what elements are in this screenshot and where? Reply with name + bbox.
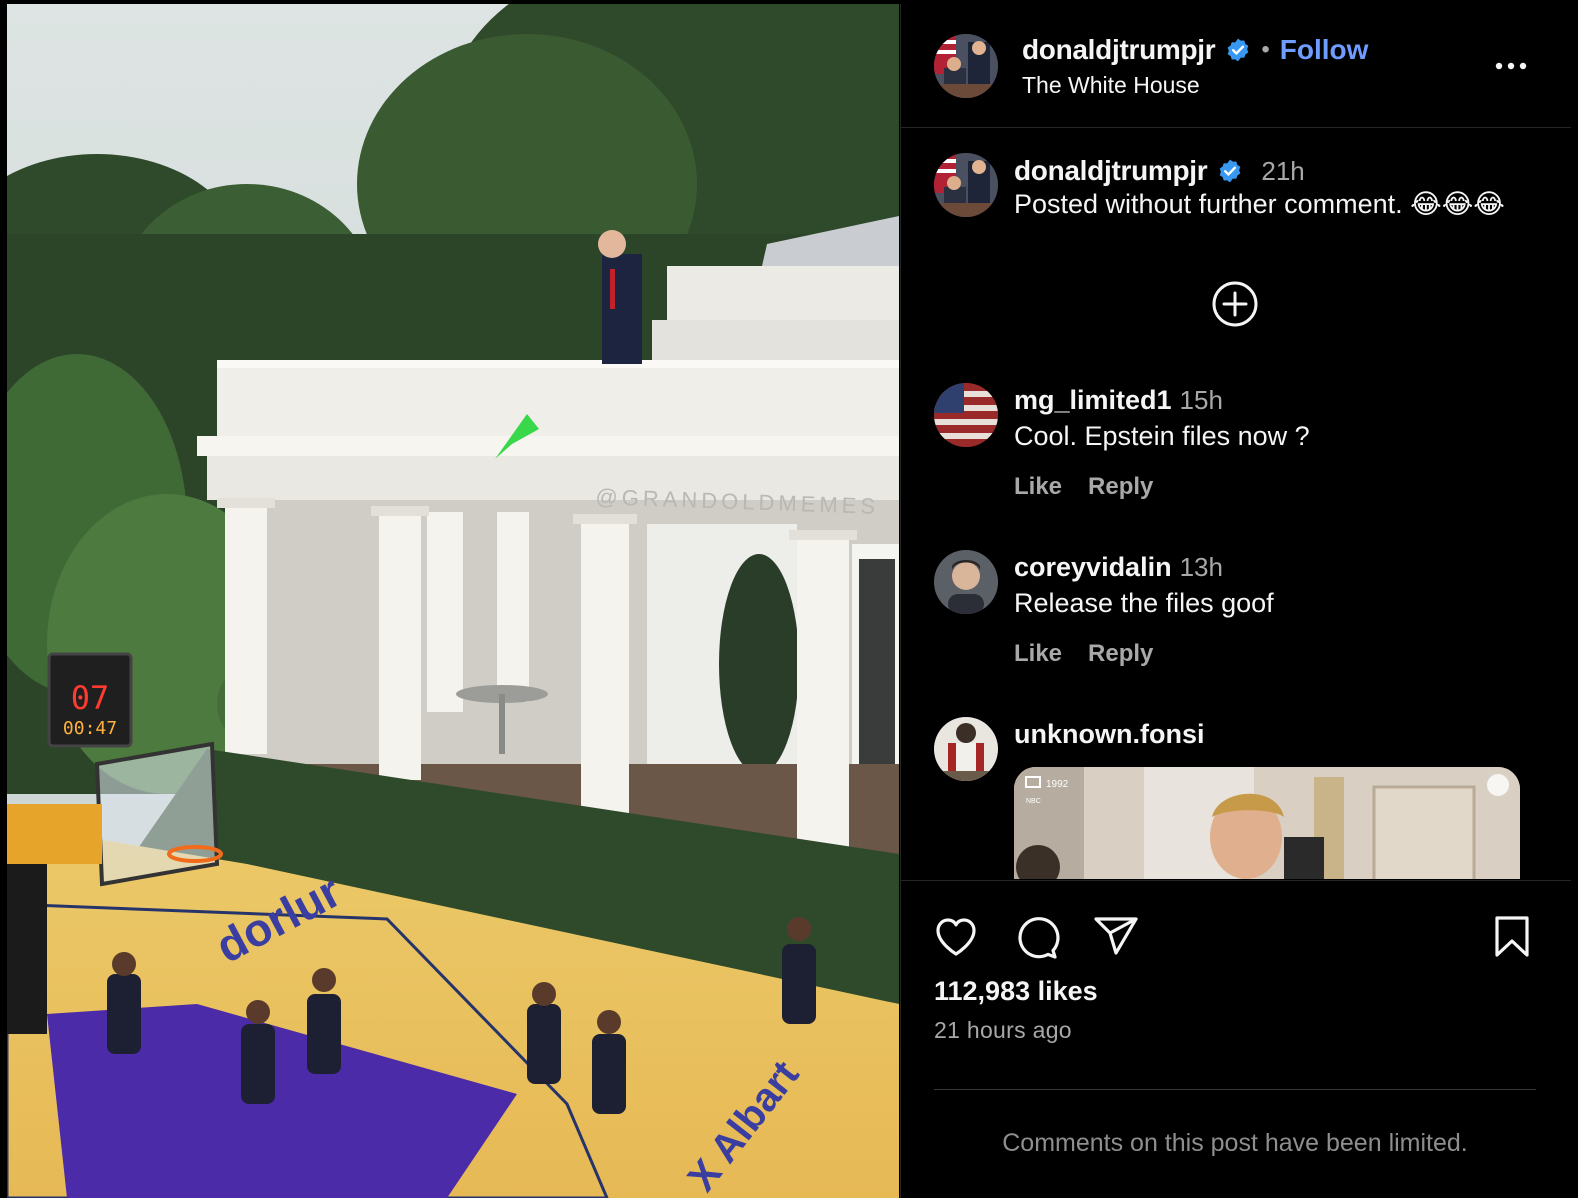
follow-button[interactable]: Follow <box>1280 34 1369 66</box>
comment-item: unknown.fonsi 1992 NBC <box>901 717 1571 879</box>
header-user-row: donaldjtrumpjr • Follow <box>1022 34 1368 66</box>
comment-item: coreyvidalin 13h Release the files goof … <box>901 550 1571 690</box>
scoreboard-score: 07 <box>71 679 110 717</box>
post-image-graphic: 07 00:47 dorlur X Albart @GRANDOLDMEMES <box>7 4 899 1198</box>
comment-actions: Like Reply <box>1014 473 1153 501</box>
comment-header: mg_limited1 15h <box>1014 385 1223 416</box>
verified-badge-icon <box>1220 159 1241 183</box>
comment-icon[interactable] <box>1012 913 1060 961</box>
post-sidebar: donaldjtrumpjr • Follow The White House <box>900 4 1571 1198</box>
video-year-label: 1992 <box>1046 779 1069 790</box>
caption-time[interactable]: 21h <box>1261 156 1304 187</box>
comment-text: Cool. Epstein files now ? <box>1014 421 1310 451</box>
comment-header: unknown.fonsi <box>1014 719 1204 750</box>
comment-time[interactable]: 13h <box>1180 552 1223 583</box>
video-frame-image: 1992 NBC <box>1014 767 1520 879</box>
comments-scroll-area[interactable]: donaldjtrumpjr 21h Posted without furthe… <box>901 129 1571 879</box>
author-avatar[interactable] <box>934 34 998 98</box>
comment-reply-button[interactable]: Reply <box>1088 473 1153 501</box>
heart-icon[interactable] <box>932 913 980 961</box>
comment-reply-button[interactable]: Reply <box>1088 640 1153 668</box>
video-source-label: NBC <box>1026 798 1041 805</box>
scoreboard-clock: 00:47 <box>63 718 117 739</box>
comment-like-button[interactable]: Like <box>1014 473 1062 501</box>
comment-like-button[interactable]: Like <box>1014 640 1062 668</box>
commenter-avatar[interactable] <box>934 717 998 781</box>
likes-count[interactable]: 112,983 likes <box>934 976 1098 1007</box>
comment-item: mg_limited1 15h Cool. Epstein files now … <box>901 383 1571 523</box>
post-image[interactable]: 07 00:47 dorlur X Albart @GRANDOLDMEMES <box>7 4 899 1198</box>
author-avatar-image <box>934 34 998 98</box>
post-timestamp[interactable]: 21 hours ago <box>934 1017 1072 1044</box>
comment-username[interactable]: unknown.fonsi <box>1014 719 1204 750</box>
more-options-icon[interactable] <box>1491 50 1531 82</box>
comments-limited-notice: Comments on this post have been limited. <box>1002 1129 1468 1157</box>
caption-header: donaldjtrumpjr 21h <box>1014 155 1305 187</box>
post-header: donaldjtrumpjr • Follow The White House <box>901 4 1571 128</box>
comment-text: Release the files goof <box>1014 588 1274 618</box>
separator-dot: • <box>1261 36 1270 63</box>
comment-header: coreyvidalin 13h <box>1014 552 1223 583</box>
caption-avatar-image <box>934 153 998 217</box>
post-location[interactable]: The White House <box>1022 72 1200 99</box>
commenter-avatar[interactable] <box>934 550 998 614</box>
bookmark-icon[interactable] <box>1488 913 1536 961</box>
footer-divider <box>934 1089 1536 1090</box>
caption-avatar[interactable] <box>934 153 998 217</box>
comment-username[interactable]: mg_limited1 <box>1014 385 1172 416</box>
share-icon[interactable] <box>1092 913 1140 961</box>
commenter-avatar[interactable] <box>934 383 998 447</box>
comment-time[interactable]: 15h <box>1180 385 1223 416</box>
caption-username[interactable]: donaldjtrumpjr <box>1014 155 1208 187</box>
person-avatar-image <box>934 550 998 614</box>
post-actions-footer: 112,983 likes 21 hours ago Comments on t… <box>901 880 1571 1198</box>
comment-actions: Like Reply <box>1014 640 1153 668</box>
caption-text: Posted without further comment. 😂😂😂 <box>1014 189 1505 219</box>
author-username[interactable]: donaldjtrumpjr <box>1022 34 1216 66</box>
add-comment-icon[interactable] <box>1211 280 1259 328</box>
verified-badge-icon <box>1228 38 1249 62</box>
person-avatar-image <box>934 717 998 781</box>
us-flag-avatar-image <box>934 383 998 447</box>
comment-video-thumbnail[interactable]: 1992 NBC <box>1014 767 1520 879</box>
comment-username[interactable]: coreyvidalin <box>1014 552 1172 583</box>
